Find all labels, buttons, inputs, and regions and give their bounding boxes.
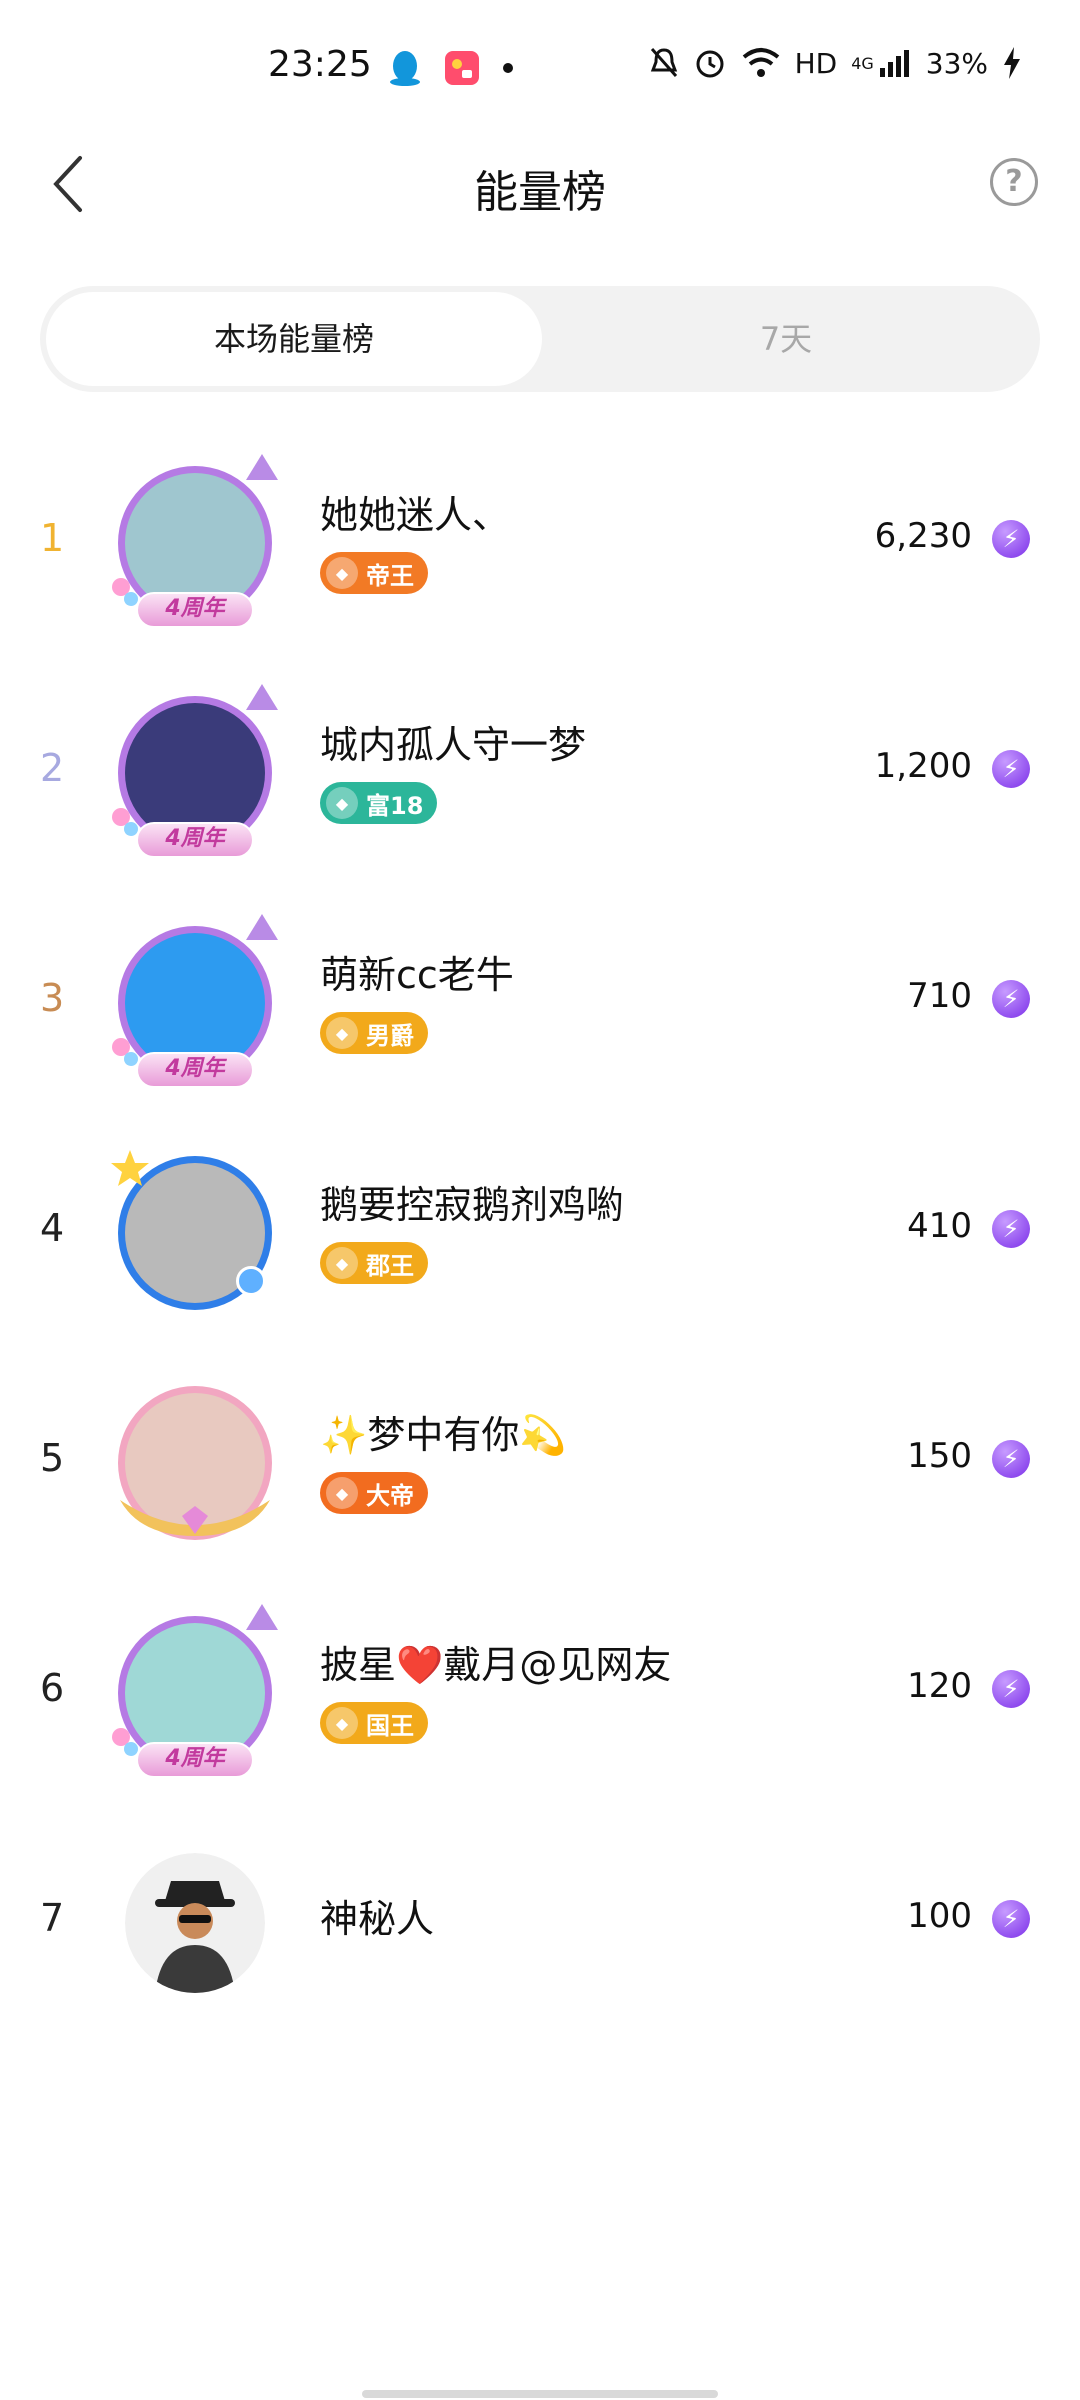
avatar[interactable]: [110, 1148, 280, 1318]
level-badge: ◆ 国王: [320, 1702, 428, 1744]
crown-icon: [246, 684, 278, 710]
anniversary-frame-badge: 4周年: [136, 822, 254, 858]
badge-icon: ◆: [326, 1247, 358, 1279]
ranking-row[interactable]: 6 4周年 披星❤️戴月@见网友 ◆ 国王 120 ⚡: [0, 1590, 1080, 1820]
avatar[interactable]: 4周年: [110, 914, 280, 1088]
energy-score: 410: [907, 1206, 972, 1246]
energy-score: 150: [907, 1436, 972, 1476]
crown-icon: [246, 1604, 278, 1630]
tab-bar: 本场能量榜 7天: [40, 286, 1040, 392]
badge-label: 富18: [366, 791, 424, 820]
anniversary-frame-badge: 4周年: [136, 1742, 254, 1778]
ranking-row[interactable]: 2 4周年 城内孤人守一梦 ◆ 富18 1,200 ⚡: [0, 670, 1080, 900]
ranking-row[interactable]: 4 鹅要控寂鹅剂鸡喲 ◆ 郡王 410 ⚡: [0, 1130, 1080, 1360]
energy-score: 710: [907, 976, 972, 1016]
wings-frame-icon: [120, 1500, 270, 1536]
ranking-row[interactable]: 5 ✨梦中有你💫 ◆ 大帝 150 ⚡: [0, 1360, 1080, 1590]
rank-number: 5: [40, 1436, 65, 1480]
home-indicator[interactable]: [362, 2390, 718, 2398]
energy-icon: ⚡: [992, 750, 1030, 788]
energy-score: 6,230: [874, 516, 972, 556]
energy-icon: ⚡: [992, 980, 1030, 1018]
badge-label: 郡王: [366, 1251, 414, 1280]
question-icon: ?: [1005, 164, 1023, 199]
planet-icon: [236, 1266, 266, 1296]
mystery-avatar-icon: [125, 1853, 265, 1993]
status-right: HD 4G 33%: [649, 46, 1022, 80]
rank-number: 6: [40, 1666, 65, 1710]
avatar-frame: [118, 1846, 272, 2000]
page-title: 能量榜: [474, 167, 606, 218]
user-name: ✨梦中有你💫: [320, 1413, 567, 1457]
badge-icon: ◆: [326, 1477, 358, 1509]
user-name: 神秘人: [320, 1897, 435, 1941]
energy-score: 100: [907, 1896, 972, 1936]
energy-icon: ⚡: [992, 1900, 1030, 1938]
badge-label: 男爵: [366, 1021, 414, 1050]
rank-number: 7: [40, 1896, 65, 1940]
badge-icon: ◆: [326, 787, 358, 819]
anniversary-frame-badge: 4周年: [136, 1052, 254, 1088]
level-badge: ◆ 大帝: [320, 1472, 428, 1514]
energy-score: 1,200: [874, 746, 972, 786]
energy-icon: ⚡: [992, 1670, 1030, 1708]
level-badge: ◆ 帝王: [320, 552, 428, 594]
ranking-row[interactable]: 3 4周年 萌新cc老牛 ◆ 男爵 710 ⚡: [0, 900, 1080, 1130]
badge-icon: ◆: [326, 1017, 358, 1049]
rank-number: 4: [40, 1206, 65, 1250]
badge-icon: ◆: [326, 1707, 358, 1739]
level-badge: ◆ 富18: [320, 782, 438, 824]
user-name: 城内孤人守一梦: [320, 723, 587, 767]
wifi-icon: [742, 48, 779, 77]
status-bar: 23:25 HD 4G 33%: [0, 0, 1080, 120]
mute-icon: [650, 48, 677, 77]
help-button[interactable]: ?: [990, 158, 1038, 206]
avatar[interactable]: [110, 1838, 280, 2008]
rank-number: 3: [40, 976, 65, 1020]
tab-current-session[interactable]: 本场能量榜: [46, 292, 542, 386]
signal-label: 4G: [851, 53, 874, 73]
charging-icon: [1004, 47, 1020, 79]
energy-icon: ⚡: [992, 1210, 1030, 1248]
badge-label: 国王: [366, 1711, 414, 1740]
status-time: 23:25: [268, 44, 372, 85]
rank-number: 1: [40, 516, 65, 560]
badge-label: 帝王: [366, 561, 414, 590]
network-label: HD: [794, 46, 838, 80]
anniversary-frame-badge: 4周年: [136, 592, 254, 628]
user-name: 鹅要控寂鹅剂鸡喲: [320, 1183, 625, 1227]
avatar[interactable]: 4周年: [110, 1604, 280, 1778]
ranking-row[interactable]: 7 神秘人 100 ⚡: [0, 1820, 1080, 2050]
alarm-icon: [696, 50, 724, 78]
avatar[interactable]: 4周年: [110, 684, 280, 858]
avatar[interactable]: [110, 1378, 280, 1548]
crown-icon: [246, 454, 278, 480]
energy-score: 120: [907, 1666, 972, 1706]
qq-icon: [390, 51, 420, 86]
badge-label: 大帝: [366, 1481, 414, 1510]
status-left-icons: [388, 48, 514, 88]
avatar[interactable]: 4周年: [110, 454, 280, 628]
user-name: 她她迷人、: [320, 493, 511, 537]
rank-number: 2: [40, 746, 65, 790]
user-name: 披星❤️戴月@见网友: [320, 1643, 672, 1687]
level-badge: ◆ 男爵: [320, 1012, 428, 1054]
crown-icon: [246, 914, 278, 940]
badge-icon: ◆: [326, 557, 358, 589]
user-name: 萌新cc老牛: [320, 953, 514, 997]
ranking-row[interactable]: 1 4周年 她她迷人、 ◆ 帝王 6,230 ⚡: [0, 440, 1080, 670]
ranking-list: 1 4周年 她她迷人、 ◆ 帝王 6,230 ⚡ 2 4周年 城内孤人守一梦 ◆…: [0, 440, 1080, 2050]
nav-bar: 能量榜 ?: [0, 130, 1080, 240]
energy-icon: ⚡: [992, 520, 1030, 558]
signal-icon: [879, 50, 909, 77]
energy-icon: ⚡: [992, 1440, 1030, 1478]
star-icon: [111, 1150, 149, 1186]
level-badge: ◆ 郡王: [320, 1242, 428, 1284]
dot-icon: [503, 63, 513, 73]
battery-label: 33%: [925, 46, 988, 80]
tab-7-days[interactable]: 7天: [538, 292, 1034, 386]
app-icon: [445, 51, 479, 85]
